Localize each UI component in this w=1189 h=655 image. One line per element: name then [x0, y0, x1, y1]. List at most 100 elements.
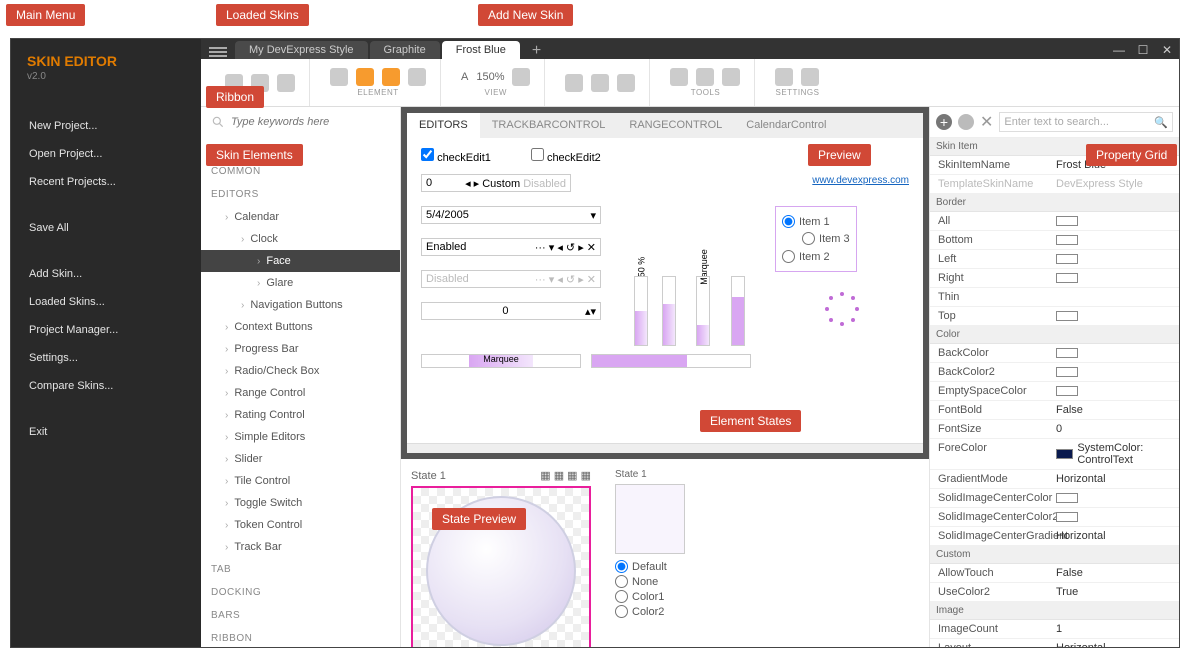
paint-icon[interactable]: [591, 74, 609, 92]
tree-radio[interactable]: Radio/Check Box: [201, 360, 400, 382]
tree-range[interactable]: Range Control: [201, 382, 400, 404]
refresh-icon[interactable]: [277, 74, 295, 92]
checkedit2[interactable]: checkEdit2: [531, 148, 601, 164]
pg-forecolor[interactable]: ForeColorSystemColor: ControlText: [930, 439, 1179, 470]
prop-close-icon[interactable]: ✕: [980, 112, 993, 132]
minimize-icon[interactable]: —: [1113, 43, 1125, 57]
pg-solidcolor2[interactable]: SolidImageCenterColor2: [930, 508, 1179, 527]
pg-allowtouch[interactable]: AllowTouchFalse: [930, 564, 1179, 583]
state-default[interactable]: Default: [615, 560, 685, 573]
zoom-in-icon[interactable]: [696, 68, 714, 86]
radio-item2[interactable]: Item 2: [782, 250, 850, 263]
tree-context[interactable]: Context Buttons: [201, 316, 400, 338]
state-color2[interactable]: Color2: [615, 605, 685, 618]
spin-edit[interactable]: 0◂ ▸ Custom Disabled: [421, 174, 571, 192]
prop-add-icon[interactable]: +: [936, 114, 952, 130]
enabled-edit[interactable]: Enabled··· ▾ ◂ ↺ ▸ ✕: [421, 238, 601, 256]
pg-border-top[interactable]: Top: [930, 307, 1179, 326]
pg-gradientmode[interactable]: GradientModeHorizontal: [930, 470, 1179, 489]
pg-emptyspacecolor[interactable]: EmptySpaceColor: [930, 382, 1179, 401]
tree-calendar[interactable]: Calendar: [201, 206, 400, 228]
prop-search-input[interactable]: Enter text to search... 🔍: [999, 112, 1173, 132]
pg-imagecount[interactable]: ImageCount1: [930, 620, 1179, 639]
swatch-b-icon[interactable]: [382, 68, 400, 86]
menu-settings[interactable]: Settings...: [11, 344, 201, 372]
date-edit[interactable]: 5/4/2005▾: [421, 206, 601, 224]
prev-tab-calendar[interactable]: CalendarControl: [734, 113, 838, 138]
cat-bars[interactable]: BARS: [201, 604, 400, 627]
state-none[interactable]: None: [615, 575, 685, 588]
brush-icon[interactable]: [408, 68, 426, 86]
menu-add-skin[interactable]: Add Skin...: [11, 260, 201, 288]
cat-docking[interactable]: DOCKING: [201, 581, 400, 604]
pg-backcolor[interactable]: BackColor: [930, 344, 1179, 363]
prev-tab-trackbar[interactable]: TRACKBARCONTROL: [480, 113, 618, 138]
hamburger-icon[interactable]: [209, 45, 227, 59]
cat-tab[interactable]: TAB: [201, 558, 400, 581]
menu-open-project[interactable]: Open Project...: [11, 140, 201, 168]
reload-icon[interactable]: [512, 68, 530, 86]
tab-add-button[interactable]: +: [524, 43, 549, 59]
pointer-icon[interactable]: [565, 74, 583, 92]
tree-simple[interactable]: Simple Editors: [201, 426, 400, 448]
settings-a-icon[interactable]: [775, 68, 793, 86]
gear-icon[interactable]: [801, 68, 819, 86]
pg-fontsize[interactable]: FontSize0: [930, 420, 1179, 439]
pg-solidcolor[interactable]: SolidImageCenterColor: [930, 489, 1179, 508]
grid-icons[interactable]: ▦ ▦ ▦ ▦: [540, 469, 591, 482]
tab-graphite[interactable]: Graphite: [370, 41, 440, 59]
checkedit1[interactable]: checkEdit1: [421, 148, 491, 164]
menu-loaded-skins[interactable]: Loaded Skins...: [11, 288, 201, 316]
preview-link[interactable]: www.devexpress.com: [812, 175, 909, 186]
menu-compare-skins[interactable]: Compare Skins...: [11, 372, 201, 400]
menu-project-manager[interactable]: Project Manager...: [11, 316, 201, 344]
pg-layout[interactable]: LayoutHorizontal: [930, 639, 1179, 647]
state-thumb[interactable]: [615, 484, 685, 554]
pg-usecolor2[interactable]: UseColor2True: [930, 583, 1179, 602]
tree-token[interactable]: Token Control: [201, 514, 400, 536]
font-icon[interactable]: A: [461, 71, 468, 83]
cat-editors[interactable]: EDITORS: [201, 183, 400, 206]
menu-exit[interactable]: Exit: [11, 418, 201, 446]
menu-new-project[interactable]: New Project...: [11, 112, 201, 140]
pg-border-left[interactable]: Left: [930, 250, 1179, 269]
tab-frost-blue[interactable]: Frost Blue: [442, 41, 520, 59]
radio-item3[interactable]: Item 3: [802, 232, 850, 245]
pg-border-thin[interactable]: Thin: [930, 288, 1179, 307]
tree-progress[interactable]: Progress Bar: [201, 338, 400, 360]
tree-rating[interactable]: Rating Control: [201, 404, 400, 426]
pg-border-bottom[interactable]: Bottom: [930, 231, 1179, 250]
palette-icon[interactable]: [330, 68, 348, 86]
number-edit[interactable]: 0▴▾: [421, 302, 601, 320]
pg-border-all[interactable]: All: [930, 212, 1179, 231]
pg-border-right[interactable]: Right: [930, 269, 1179, 288]
maximize-icon[interactable]: ☐: [1137, 43, 1149, 57]
tree-toggle[interactable]: Toggle Switch: [201, 492, 400, 514]
tab-my-devexpress[interactable]: My DevExpress Style: [235, 41, 368, 59]
tree-slider[interactable]: Slider: [201, 448, 400, 470]
preview-scrollbar[interactable]: [407, 443, 923, 453]
zoom-value[interactable]: 150%: [476, 71, 504, 83]
fit-icon[interactable]: [722, 68, 740, 86]
view-a-icon[interactable]: [670, 68, 688, 86]
pg-backcolor2[interactable]: BackColor2: [930, 363, 1179, 382]
radio-item1[interactable]: Item 1: [782, 215, 850, 228]
pg-solidgradient[interactable]: SolidImageCenterGradientHorizontal: [930, 527, 1179, 546]
menu-save-all[interactable]: Save All: [11, 214, 201, 242]
menu-recent-projects[interactable]: Recent Projects...: [11, 168, 201, 196]
prev-tab-editors[interactable]: EDITORS: [407, 113, 480, 139]
search-input[interactable]: [231, 116, 390, 128]
prev-tab-range[interactable]: RANGECONTROL: [617, 113, 734, 138]
tree-clock[interactable]: Clock: [201, 228, 400, 250]
tree-track[interactable]: Track Bar: [201, 536, 400, 558]
state-color1[interactable]: Color1: [615, 590, 685, 603]
close-icon[interactable]: ✕: [1161, 43, 1173, 57]
tree-nav-buttons[interactable]: Navigation Buttons: [201, 294, 400, 316]
pg-fontbold[interactable]: FontBoldFalse: [930, 401, 1179, 420]
prop-orb-icon[interactable]: [958, 114, 974, 130]
picker-icon[interactable]: [617, 74, 635, 92]
tree-face[interactable]: Face: [201, 250, 400, 272]
swatch-a-icon[interactable]: [356, 68, 374, 86]
cat-ribbon[interactable]: RIBBON: [201, 627, 400, 647]
tree-tile[interactable]: Tile Control: [201, 470, 400, 492]
